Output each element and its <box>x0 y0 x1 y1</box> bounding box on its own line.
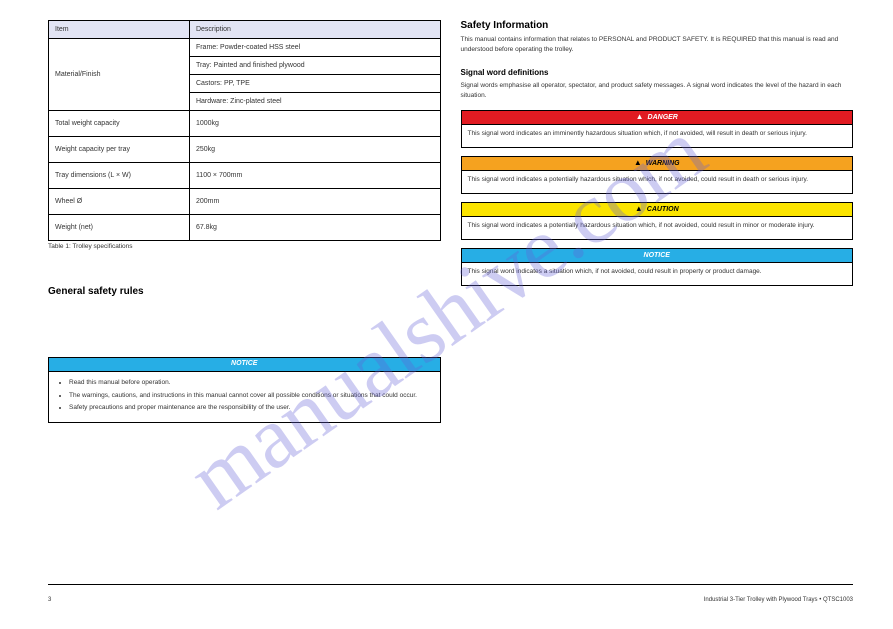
notice-body: Read this manual before operation. The w… <box>49 372 440 421</box>
warning-triangle-icon: ▲ <box>636 113 644 121</box>
signal-desc: This signal word indicates an imminently… <box>462 125 853 147</box>
signal-head-label: DANGER <box>648 114 678 121</box>
notice-box: NOTICE Read this manual before operation… <box>48 357 441 422</box>
signal-head: ▲ DANGER <box>462 111 853 125</box>
cell-value: 1000kg <box>189 111 440 137</box>
footer-title: Industrial 3-Tier Trolley with Plywood T… <box>704 597 853 603</box>
notice-head: NOTICE <box>49 358 440 372</box>
signal-head: NOTICE <box>462 249 853 263</box>
footer-page: 3 <box>48 597 51 603</box>
notice-item: Safety precautions and proper maintenanc… <box>69 403 432 413</box>
table-row: Tray dimensions (L × W) 1100 × 700mm <box>49 163 441 189</box>
signal-desc: This signal word indicates a situation w… <box>462 263 853 285</box>
cell-value: 250kg <box>189 137 440 163</box>
cell-value: Frame: Powder-coated HSS steel <box>189 39 440 57</box>
footer: 3 Industrial 3-Tier Trolley with Plywood… <box>48 597 853 603</box>
table-row: Weight capacity per tray 250kg <box>49 137 441 163</box>
notice-item: Read this manual before operation. <box>69 378 432 388</box>
cell-value: 1100 × 700mm <box>189 163 440 189</box>
signal-head: ▲ WARNING <box>462 157 853 171</box>
warning-triangle-icon: ▲ <box>634 159 642 167</box>
cell-label: Wheel Ø <box>49 189 190 215</box>
signal-head-label: CAUTION <box>647 206 679 213</box>
footer-rule <box>48 584 853 585</box>
signal-box-notice: NOTICE This signal word indicates a situ… <box>461 248 854 286</box>
cell-value: 67.8kg <box>189 215 440 241</box>
section-heading: General safety rules <box>48 286 441 297</box>
cell-label: Weight (net) <box>49 215 190 241</box>
left-column: Item Description Material/Finish Frame: … <box>48 20 441 423</box>
table-row: Material/Finish Frame: Powder-coated HSS… <box>49 39 441 57</box>
cell-value: 200mm <box>189 189 440 215</box>
table-row: Weight (net) 67.8kg <box>49 215 441 241</box>
warning-triangle-icon: ▲ <box>635 205 643 213</box>
signal-head-label: NOTICE <box>644 252 670 259</box>
cell-label: Material/Finish <box>49 39 190 111</box>
table-caption: Table 1: Trolley specifications <box>48 243 441 250</box>
cell-value: Tray: Painted and finished plywood <box>189 57 440 75</box>
cell-label: Total weight capacity <box>49 111 190 137</box>
right-column: Safety Information This manual contains … <box>461 20 854 423</box>
signal-desc: This signal word indicates a potentially… <box>462 171 853 193</box>
signal-para: Signal words emphasise all operator, spe… <box>461 81 854 102</box>
signal-heading: Signal word definitions <box>461 68 854 77</box>
cell-value: Castors: PP, TPE <box>189 75 440 93</box>
table-row: Total weight capacity 1000kg <box>49 111 441 137</box>
safety-title: Safety Information <box>461 20 854 31</box>
safety-intro: This manual contains information that re… <box>461 35 854 56</box>
cell-label: Weight capacity per tray <box>49 137 190 163</box>
signal-box-caution: ▲ CAUTION This signal word indicates a p… <box>461 202 854 240</box>
signal-head: ▲ CAUTION <box>462 203 853 217</box>
notice-item: The warnings, cautions, and instructions… <box>69 391 432 401</box>
table-header-row: Item Description <box>49 21 441 39</box>
th-desc: Description <box>189 21 440 39</box>
page-body: Item Description Material/Finish Frame: … <box>0 0 893 433</box>
th-item: Item <box>49 21 190 39</box>
signal-desc: This signal word indicates a potentially… <box>462 217 853 239</box>
signal-head-label: WARNING <box>646 160 680 167</box>
cell-label: Tray dimensions (L × W) <box>49 163 190 189</box>
signal-box-warning: ▲ WARNING This signal word indicates a p… <box>461 156 854 194</box>
table-row: Wheel Ø 200mm <box>49 189 441 215</box>
signal-box-danger: ▲ DANGER This signal word indicates an i… <box>461 110 854 148</box>
spec-table: Item Description Material/Finish Frame: … <box>48 20 441 241</box>
cell-value: Hardware: Zinc-plated steel <box>189 93 440 111</box>
